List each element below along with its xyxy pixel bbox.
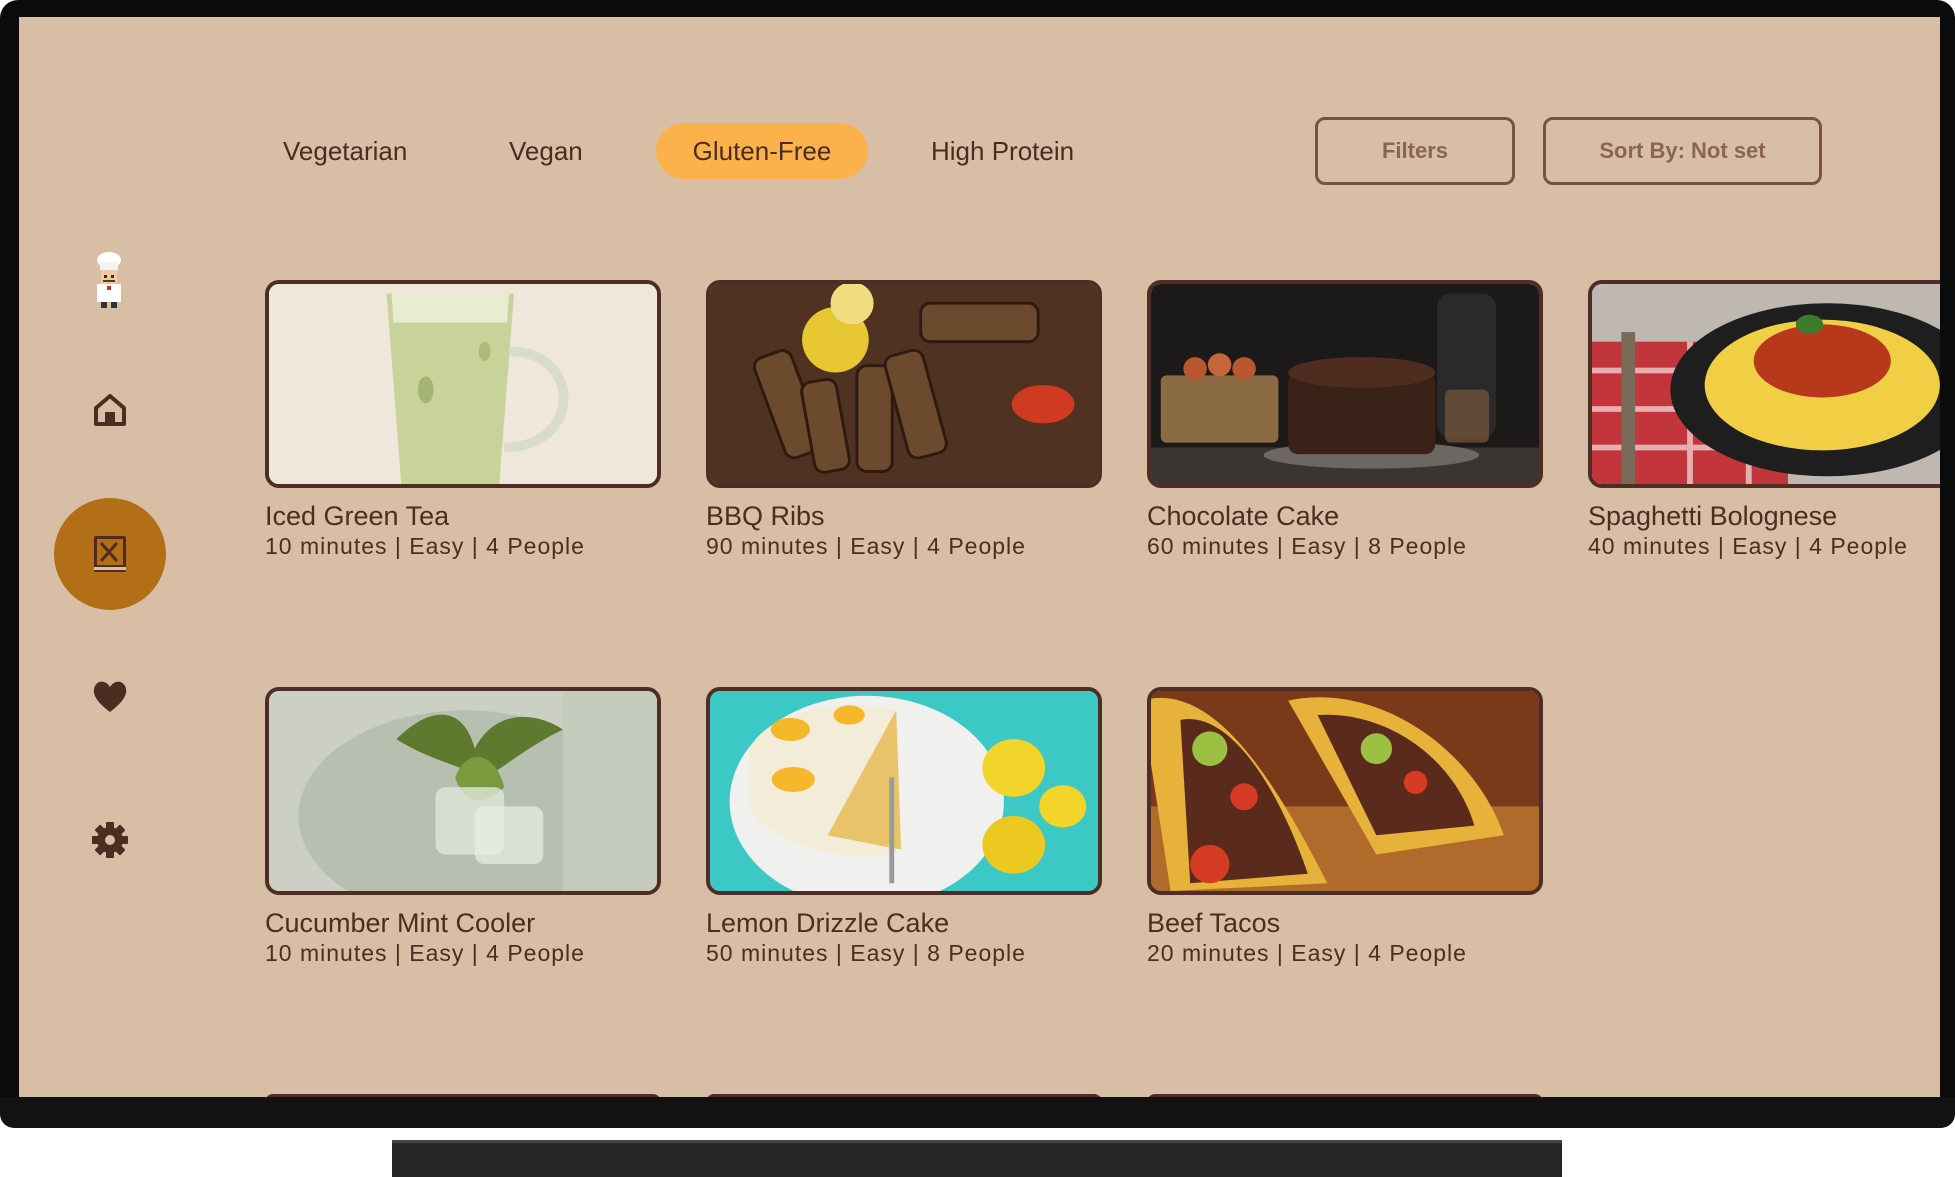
recipe-image [1147, 280, 1543, 488]
recipe-title: Iced Green Tea [265, 501, 450, 531]
recipe-image [265, 280, 661, 488]
nav-home[interactable] [90, 389, 130, 429]
recipe-meta: 10 minutes | Easy | 4 People [265, 940, 585, 966]
recipe-card[interactable]: Chocolate Cake 60 minutes | Easy | 8 Peo… [1147, 280, 1543, 560]
recipe-image [1147, 687, 1543, 895]
recipe-image [706, 687, 1102, 895]
recipe-card[interactable]: Cucumber Mint Cooler 10 minutes | Easy |… [265, 687, 661, 967]
recipe-meta: 90 minutes | Easy | 4 People [706, 533, 1026, 559]
recipe-card-partial[interactable] [706, 1094, 1102, 1097]
recipe-card[interactable]: Iced Green Tea 10 minutes | Easy | 4 Peo… [265, 280, 661, 560]
chip-gluten-free[interactable]: Gluten-Free [656, 123, 868, 179]
app-screen: Vegetarian Vegan Gluten-Free High Protei… [19, 17, 1940, 1097]
tv-bezel [0, 1097, 1955, 1128]
filters-button[interactable]: Filters [1315, 117, 1515, 185]
recipe-meta: 60 minutes | Easy | 8 People [1147, 533, 1467, 559]
recipe-meta: 50 minutes | Easy | 8 People [706, 940, 1026, 966]
heart-icon [93, 681, 127, 712]
home-icon [94, 394, 126, 426]
recipe-title: Spaghetti Bolognese [1588, 501, 1838, 531]
tv-stand [392, 1140, 1562, 1177]
recipe-title: Chocolate Cake [1147, 501, 1340, 531]
recipe-image [706, 280, 1102, 488]
chip-high-protein[interactable]: High Protein [899, 123, 1106, 179]
recipe-title: Beef Tacos [1147, 908, 1281, 938]
gear-icon [92, 822, 128, 858]
chip-vegan[interactable]: Vegan [477, 123, 615, 179]
recipe-image [1588, 280, 1940, 488]
recipe-title: Lemon Drizzle Cake [706, 908, 950, 938]
recipe-card-partial[interactable] [1147, 1094, 1543, 1097]
recipe-title: BBQ Ribs [706, 501, 825, 531]
nav-recipes[interactable] [54, 498, 166, 610]
sort-button[interactable]: Sort By: Not set [1543, 117, 1822, 185]
recipe-card[interactable]: Beef Tacos 20 minutes | Easy | 4 People [1147, 687, 1543, 967]
chef-avatar[interactable] [71, 242, 147, 318]
nav-settings[interactable] [90, 820, 130, 860]
recipe-card[interactable]: BBQ Ribs 90 minutes | Easy | 4 People [706, 280, 1102, 560]
recipe-card[interactable]: Lemon Drizzle Cake 50 minutes | Easy | 8… [706, 687, 1102, 967]
recipe-book-icon [94, 536, 126, 572]
recipe-image [265, 687, 661, 895]
recipe-title: Cucumber Mint Cooler [265, 908, 536, 938]
recipe-card[interactable]: Spaghetti Bolognese 40 minutes | Easy | … [1588, 280, 1940, 560]
recipe-card-partial[interactable] [265, 1094, 661, 1097]
recipe-meta: 10 minutes | Easy | 4 People [265, 533, 585, 559]
recipe-meta: 40 minutes | Easy | 4 People [1588, 533, 1908, 559]
chip-vegetarian[interactable]: Vegetarian [251, 123, 439, 179]
recipe-meta: 20 minutes | Easy | 4 People [1147, 940, 1467, 966]
nav-favorites[interactable] [90, 676, 130, 716]
